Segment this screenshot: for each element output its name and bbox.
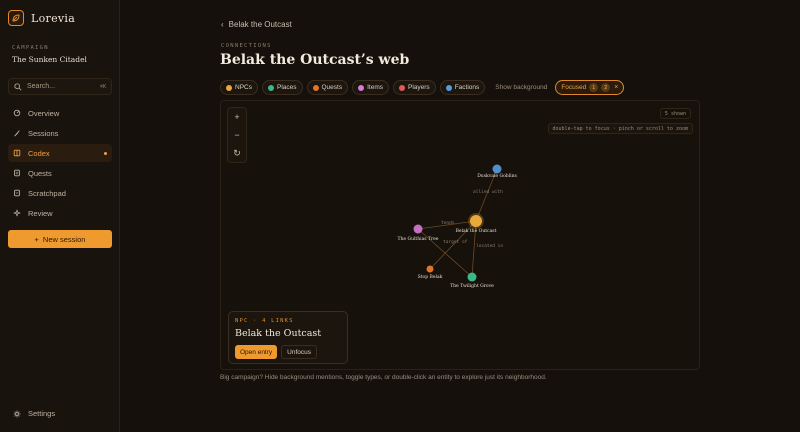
search-shortcut: ⌘K [99,83,106,90]
page-title: Belak the Outcast’s web [220,52,410,68]
gear-icon [13,410,21,417]
filter-label: NPCs [235,84,252,91]
plus-icon: + [34,234,39,244]
back-link[interactable]: ‹ Belak the Outcast [221,20,292,29]
sidebar-item-label: Sessions [28,128,59,138]
node-grove[interactable] [467,272,477,282]
settings-label: Settings [28,409,56,418]
quest-dot-icon [312,84,319,91]
depth-2-button[interactable]: 2 [601,83,611,92]
entity-card: NPC · 4 LINKS Belak the Outcast Open ent… [228,311,348,364]
sidebar-nav: Overview Sessions Codex Quests Scratchpa… [8,104,112,224]
node-tree[interactable] [413,224,423,234]
filter-label: Places [276,84,297,91]
node-belak[interactable] [470,215,482,227]
sidebar-item-quests[interactable]: Quests [8,164,112,182]
shown-count-badge: 5 shown [659,108,691,119]
node-label-tree: The Gulthias Tree [398,236,439,242]
search-placeholder: Search... [27,83,56,90]
filter-label: Factions [454,84,480,91]
new-session-button[interactable]: + New session [8,230,112,248]
entity-title: Belak the Outcast [235,328,322,339]
sidebar-item-label: Overview [28,108,60,118]
filter-label: Players [408,84,430,91]
zoom-in-button[interactable]: + [234,112,239,122]
brand[interactable]: Lorevia [8,10,75,26]
open-entry-button[interactable]: Open entry [235,345,278,359]
quill-icon [14,130,20,137]
close-icon[interactable]: × [614,84,618,91]
zoom-controls: + − ↻ [227,107,247,163]
sidebar-item-label: Review [28,208,53,218]
depth-1-button[interactable]: 1 [589,83,599,92]
connection-graph[interactable]: allied with tends target of located in B… [220,100,700,370]
footer-hint: Big campaign? Hide background mentions, … [220,374,547,381]
faction-dot-icon [445,84,452,91]
edge-label-located: located in [476,243,503,249]
active-indicator [104,151,107,155]
show-background-toggle[interactable]: Show background [495,84,547,91]
edge-label-allied: allied with [473,189,503,195]
filter-factions[interactable]: Factions [439,80,486,95]
scroll-icon [14,169,20,177]
search-icon [14,82,22,91]
player-dot-icon [399,84,405,91]
npc-dot-icon [226,84,232,91]
campaign-label: CAMPAIGN [12,45,49,51]
filter-label: Quests [321,84,343,91]
node-label-stop: Stop Belak [418,274,443,280]
node-goblins[interactable] [492,164,502,174]
unfocus-button[interactable]: Unfocus [281,345,318,359]
sidebar-item-sessions[interactable]: Sessions [8,124,112,142]
zoom-out-button[interactable]: − [234,130,239,140]
filter-npcs[interactable]: NPCs [220,80,258,95]
sparkle-icon [13,209,21,217]
entity-type-links: NPC · 4 LINKS [235,318,294,324]
entity-actions: Open entry Unfocus [235,345,341,359]
sidebar: Lorevia CAMPAIGN The Sunken Citadel Sear… [0,0,120,432]
note-icon [14,189,20,197]
sidebar-item-label: Codex [28,148,50,158]
reset-view-icon[interactable]: ↻ [233,148,241,158]
filter-players[interactable]: Players [393,80,436,95]
sidebar-item-label: Scratchpad [28,188,66,198]
edge-label-target: target of [443,239,468,245]
node-label-grove: The Twilight Grove [450,283,494,289]
new-session-label: New session [42,234,86,244]
back-label: Belak the Outcast [228,20,292,29]
node-label-belak: Belak the Outcast [456,228,497,234]
book-icon [13,149,21,157]
page-eyebrow: CONNECTIONS [221,43,272,49]
focused-label: Focused [561,84,587,91]
filter-places[interactable]: Places [261,80,303,95]
sidebar-item-scratchpad[interactable]: Scratchpad [8,184,112,202]
sidebar-item-overview[interactable]: Overview [8,104,112,122]
edge-label-tends: tends [441,220,455,226]
campaign-name[interactable]: The Sunken Citadel [12,55,87,64]
sidebar-item-codex[interactable]: Codex [8,144,112,162]
chevron-left-icon: ‹ [221,20,224,29]
leaf-logo-icon [8,10,24,26]
place-dot-icon [267,84,274,91]
graph-hint: double-tap to focus · pinch or scroll to… [547,123,693,134]
app-name: Lorevia [31,11,76,25]
item-dot-icon [358,84,365,91]
settings-link[interactable]: Settings [13,409,55,418]
grid-icon [13,109,21,117]
filter-label: Items [367,84,383,91]
filter-items[interactable]: Items [352,80,389,95]
node-stop-belak[interactable] [426,265,434,273]
focused-chip[interactable]: Focused 1 2 × [555,80,625,95]
node-label-goblins: Duskvale Goblins [477,173,517,179]
filter-quests[interactable]: Quests [306,80,349,95]
type-filters: NPCs Places Quests Items Players Faction… [220,80,625,95]
search-input[interactable]: Search... ⌘K [8,78,112,95]
sidebar-item-review[interactable]: Review [8,204,112,222]
sidebar-item-label: Quests [28,168,52,178]
